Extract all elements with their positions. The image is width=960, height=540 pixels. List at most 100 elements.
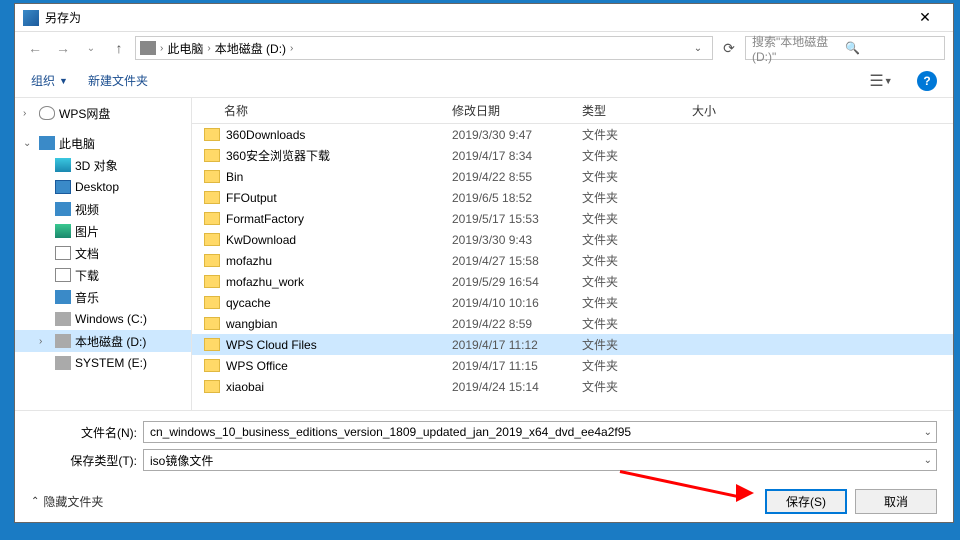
- chevron-down-icon[interactable]: ⌄: [924, 427, 932, 438]
- col-name[interactable]: 名称: [192, 102, 452, 119]
- tree-item[interactable]: 图片: [15, 220, 191, 242]
- help-button[interactable]: ?: [917, 71, 937, 91]
- search-input[interactable]: 搜索"本地磁盘 (D:)" 🔍: [745, 36, 945, 60]
- folder-icon: [204, 338, 220, 351]
- filetype-select[interactable]: iso镜像文件⌄: [143, 449, 937, 471]
- chevron-right-icon: ›: [290, 43, 293, 54]
- view-button[interactable]: ☰ ▼: [865, 71, 897, 91]
- file-type: 文件夹: [582, 189, 692, 206]
- tree-label: 3D 对象: [75, 157, 118, 174]
- column-header: 名称 修改日期 类型 大小: [192, 98, 953, 124]
- file-row[interactable]: qycache2019/4/10 10:16文件夹: [192, 292, 953, 313]
- file-type: 文件夹: [582, 126, 692, 143]
- file-name: wangbian: [226, 317, 452, 331]
- file-date: 2019/4/24 15:14: [452, 380, 582, 394]
- tree-item[interactable]: Windows (C:): [15, 308, 191, 330]
- file-type: 文件夹: [582, 210, 692, 227]
- folder-icon: [204, 380, 220, 393]
- col-type[interactable]: 类型: [582, 102, 692, 119]
- col-size[interactable]: 大小: [692, 102, 752, 119]
- file-name: KwDownload: [226, 233, 452, 247]
- cloud-icon: [39, 106, 55, 120]
- drive-icon: [55, 312, 71, 326]
- tree-item[interactable]: 视频: [15, 198, 191, 220]
- tree-item[interactable]: 音乐: [15, 286, 191, 308]
- search-placeholder: 搜索"本地磁盘 (D:)": [752, 33, 845, 64]
- file-row[interactable]: mofazhu_work2019/5/29 16:54文件夹: [192, 271, 953, 292]
- file-type: 文件夹: [582, 231, 692, 248]
- app-icon: [23, 10, 39, 26]
- tree-item[interactable]: 文档: [15, 242, 191, 264]
- folder-icon: [204, 149, 220, 162]
- file-date: 2019/4/17 8:34: [452, 149, 582, 163]
- refresh-button[interactable]: ⟳: [717, 36, 741, 60]
- tree-item[interactable]: SYSTEM (E:): [15, 352, 191, 374]
- file-type: 文件夹: [582, 336, 692, 353]
- file-row[interactable]: WPS Office2019/4/17 11:15文件夹: [192, 355, 953, 376]
- file-date: 2019/4/22 8:59: [452, 317, 582, 331]
- file-date: 2019/4/17 11:12: [452, 338, 582, 352]
- cancel-button[interactable]: 取消: [855, 489, 937, 514]
- close-button[interactable]: ✕: [905, 5, 945, 31]
- file-type: 文件夹: [582, 357, 692, 374]
- organize-button[interactable]: 组织 ▼: [31, 72, 68, 89]
- tree-label: 下载: [75, 267, 99, 284]
- file-row[interactable]: KwDownload2019/3/30 9:43文件夹: [192, 229, 953, 250]
- file-row[interactable]: mofazhu2019/4/27 15:58文件夹: [192, 250, 953, 271]
- hide-folders-button[interactable]: ⌃ 隐藏文件夹: [31, 493, 757, 510]
- file-date: 2019/5/17 15:53: [452, 212, 582, 226]
- address-dropdown[interactable]: ⌄: [688, 43, 708, 54]
- file-row[interactable]: 360安全浏览器下载2019/4/17 8:34文件夹: [192, 145, 953, 166]
- title-text: 另存为: [45, 9, 905, 26]
- toolbar: 组织 ▼ 新建文件夹 ☰ ▼ ?: [15, 64, 953, 98]
- navbar: ← → ⌄ ↑ › 此电脑 › 本地磁盘 (D:) › ⌄ ⟳ 搜索"本地磁盘 …: [15, 32, 953, 64]
- drive-icon: [55, 356, 71, 370]
- file-type: 文件夹: [582, 294, 692, 311]
- file-row[interactable]: WPS Cloud Files2019/4/17 11:12文件夹: [192, 334, 953, 355]
- file-row[interactable]: xiaobai2019/4/24 15:14文件夹: [192, 376, 953, 397]
- file-row[interactable]: wangbian2019/4/22 8:59文件夹: [192, 313, 953, 334]
- breadcrumb-pc[interactable]: 此电脑: [167, 40, 203, 57]
- address-bar[interactable]: › 此电脑 › 本地磁盘 (D:) › ⌄: [135, 36, 713, 60]
- file-row[interactable]: FFOutput2019/6/5 18:52文件夹: [192, 187, 953, 208]
- dl-icon: [55, 268, 71, 282]
- chevron-down-icon[interactable]: ⌄: [924, 455, 932, 466]
- file-date: 2019/4/22 8:55: [452, 170, 582, 184]
- tree-item[interactable]: Desktop: [15, 176, 191, 198]
- file-date: 2019/3/30 9:43: [452, 233, 582, 247]
- tree-item[interactable]: ⌄此电脑: [15, 132, 191, 154]
- tree-item[interactable]: 下载: [15, 264, 191, 286]
- new-folder-button[interactable]: 新建文件夹: [88, 72, 148, 89]
- tree-label: 此电脑: [59, 135, 95, 152]
- tree-label: 音乐: [75, 289, 99, 306]
- file-type: 文件夹: [582, 168, 692, 185]
- back-button[interactable]: ←: [23, 36, 47, 60]
- save-button[interactable]: 保存(S): [765, 489, 847, 514]
- file-name: mofazhu: [226, 254, 452, 268]
- folder-icon: [204, 254, 220, 267]
- forward-button[interactable]: →: [51, 36, 75, 60]
- tree-item[interactable]: ›本地磁盘 (D:): [15, 330, 191, 352]
- filename-input[interactable]: cn_windows_10_business_editions_version_…: [143, 421, 937, 443]
- tree-item[interactable]: 3D 对象: [15, 154, 191, 176]
- folder-icon: [204, 317, 220, 330]
- file-date: 2019/4/10 10:16: [452, 296, 582, 310]
- tree-label: 视频: [75, 201, 99, 218]
- filetype-label: 保存类型(T):: [31, 452, 143, 469]
- tree-label: Desktop: [75, 180, 119, 194]
- file-row[interactable]: Bin2019/4/22 8:55文件夹: [192, 166, 953, 187]
- history-dropdown[interactable]: ⌄: [79, 36, 103, 60]
- bottom-panel: 文件名(N): cn_windows_10_business_editions_…: [15, 410, 953, 522]
- up-button[interactable]: ↑: [107, 36, 131, 60]
- col-date[interactable]: 修改日期: [452, 102, 582, 119]
- folder-icon: [204, 128, 220, 141]
- file-date: 2019/4/17 11:15: [452, 359, 582, 373]
- file-row[interactable]: FormatFactory2019/5/17 15:53文件夹: [192, 208, 953, 229]
- tree-item[interactable]: ›WPS网盘: [15, 102, 191, 124]
- file-type: 文件夹: [582, 252, 692, 269]
- filename-label: 文件名(N):: [31, 424, 143, 441]
- tree-label: 本地磁盘 (D:): [75, 333, 146, 350]
- file-type: 文件夹: [582, 315, 692, 332]
- breadcrumb-drive[interactable]: 本地磁盘 (D:): [215, 40, 286, 57]
- file-row[interactable]: 360Downloads2019/3/30 9:47文件夹: [192, 124, 953, 145]
